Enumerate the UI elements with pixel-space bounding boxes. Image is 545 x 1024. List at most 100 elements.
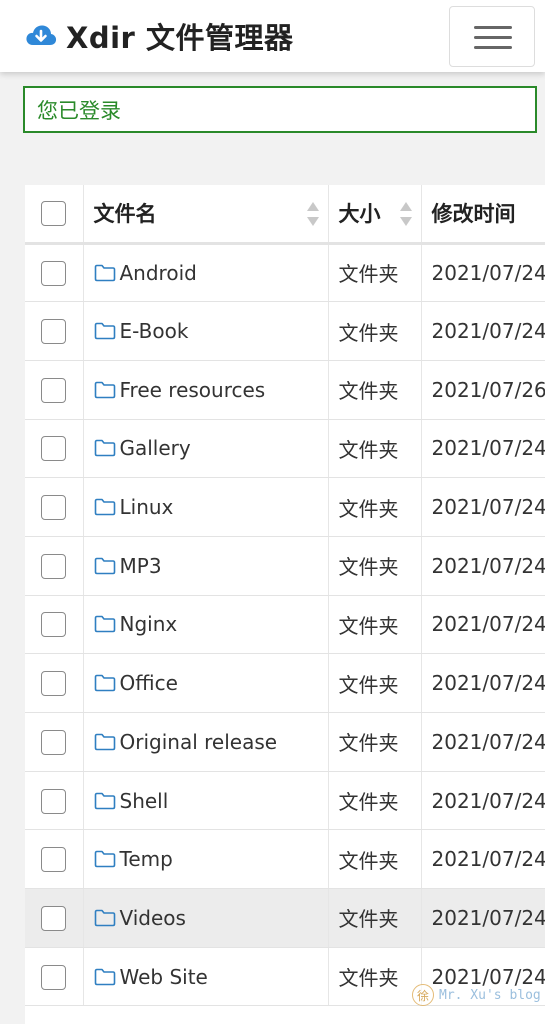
menu-toggle-button[interactable] xyxy=(449,6,535,67)
folder-icon xyxy=(94,733,115,751)
row-checkbox[interactable] xyxy=(41,905,67,931)
table-row[interactable]: Original release 文件夹 2021/07/24 xyxy=(25,712,545,772)
file-name-link[interactable]: Nginx xyxy=(120,612,178,636)
file-size-cell: 文件夹 xyxy=(328,829,422,890)
app-title: Xdir 文件管理器 xyxy=(66,21,294,55)
hamburger-menu-icon xyxy=(474,26,512,29)
file-name-cell[interactable]: Gallery xyxy=(83,419,329,479)
login-status-alert: 您已登录 xyxy=(23,86,537,133)
file-modified-cell: 2021/07/24 xyxy=(421,536,545,596)
file-name-link[interactable]: Original release xyxy=(120,730,278,754)
file-name-link[interactable]: E-Book xyxy=(120,319,189,343)
file-name-link[interactable]: MP3 xyxy=(120,554,162,578)
folder-icon xyxy=(94,440,115,457)
file-name-link[interactable]: Android xyxy=(120,261,197,285)
table-row[interactable]: E-Book 文件夹 2021/07/24 xyxy=(25,301,545,361)
row-select-cell xyxy=(25,947,84,1007)
file-size-cell: 文件夹 xyxy=(328,301,422,361)
table-row[interactable]: Android 文件夹 2021/07/24 xyxy=(25,243,545,303)
select-all-checkbox[interactable] xyxy=(41,201,67,226)
file-name-link[interactable]: Free resources xyxy=(120,378,266,402)
folder-icon xyxy=(94,909,115,927)
column-label: 文件名 xyxy=(93,202,157,227)
row-checkbox[interactable] xyxy=(41,671,67,697)
row-checkbox[interactable] xyxy=(41,495,67,521)
row-select-cell xyxy=(25,653,84,713)
row-select-cell xyxy=(25,771,84,831)
file-name-link[interactable]: Linux xyxy=(120,495,174,519)
table-row[interactable]: MP3 文件夹 2021/07/24 xyxy=(25,536,545,596)
table-row[interactable]: Shell 文件夹 2021/07/24 xyxy=(25,771,545,831)
table-row[interactable]: Office 文件夹 2021/07/24 xyxy=(25,653,545,713)
folder-icon xyxy=(94,498,115,516)
file-name-link[interactable]: Gallery xyxy=(120,436,191,460)
row-select-cell xyxy=(25,477,84,537)
row-checkbox[interactable] xyxy=(41,964,67,990)
column-header-name[interactable]: 文件名 xyxy=(83,185,329,245)
file-size-cell: 文件夹 xyxy=(328,771,422,831)
file-modified-cell: 2021/07/24 xyxy=(421,829,545,890)
file-name-cell[interactable]: Web Site xyxy=(83,947,329,1007)
table-row[interactable]: Free resources 文件夹 2021/07/26 xyxy=(25,360,545,420)
folder-icon xyxy=(94,322,115,340)
table-row[interactable]: Linux 文件夹 2021/07/24 xyxy=(25,477,545,537)
file-modified-cell: 2021/07/26 xyxy=(421,360,545,420)
table-row[interactable]: Nginx 文件夹 2021/07/24 xyxy=(25,595,545,655)
file-modified-cell: 2021/07/24 xyxy=(421,712,545,772)
row-checkbox[interactable] xyxy=(41,553,67,579)
row-select-cell xyxy=(25,536,84,596)
file-name-cell[interactable]: Temp xyxy=(83,829,329,890)
column-header-modified[interactable]: 修改时间 xyxy=(421,185,545,245)
alert-text: 您已登录 xyxy=(37,98,121,123)
file-name-link[interactable]: Office xyxy=(120,671,178,695)
file-name-cell[interactable]: MP3 xyxy=(83,536,329,596)
table-row[interactable]: Temp 文件夹 2021/07/24 xyxy=(25,829,545,890)
file-name-cell[interactable]: Shell xyxy=(83,771,329,831)
file-name-cell[interactable]: Nginx xyxy=(83,595,329,655)
file-name-link[interactable]: Videos xyxy=(120,906,186,930)
folder-icon xyxy=(94,381,115,399)
row-checkbox[interactable] xyxy=(41,847,67,873)
row-checkbox[interactable] xyxy=(41,788,67,814)
row-select-cell xyxy=(25,360,84,420)
file-name-cell[interactable]: Linux xyxy=(83,477,329,537)
file-table-container[interactable]: 文件名 大小 修改时间 Android 文件夹 2021/07/24 E-Book 文件… xyxy=(25,185,545,1024)
file-name-cell[interactable]: E-Book xyxy=(83,301,329,361)
folder-icon xyxy=(94,616,115,633)
hamburger-bar xyxy=(474,46,512,49)
file-size-cell: 文件夹 xyxy=(328,595,422,655)
file-name-cell[interactable]: Android xyxy=(83,243,329,303)
file-size-cell: 文件夹 xyxy=(328,888,422,948)
row-checkbox[interactable] xyxy=(41,729,67,755)
file-name-cell[interactable]: Original release xyxy=(83,712,329,772)
blog-watermark: 徐 Mr. Xu's blog xyxy=(412,984,541,1006)
row-checkbox[interactable] xyxy=(41,319,67,345)
folder-icon xyxy=(94,557,115,575)
row-checkbox[interactable] xyxy=(41,436,67,462)
row-checkbox[interactable] xyxy=(41,612,67,638)
row-checkbox[interactable] xyxy=(41,260,67,286)
row-select-cell xyxy=(25,301,84,361)
file-modified-cell: 2021/07/24 xyxy=(421,653,545,713)
watermark-text: Mr. Xu's blog xyxy=(439,987,541,1003)
file-name-cell[interactable]: Office xyxy=(83,653,329,713)
file-name-cell[interactable]: Free resources xyxy=(83,360,329,420)
file-name-link[interactable]: Web Site xyxy=(120,965,208,989)
folder-icon xyxy=(94,674,115,692)
table-row[interactable]: Gallery 文件夹 2021/07/24 xyxy=(25,419,545,479)
file-name-cell[interactable]: Videos xyxy=(83,888,329,948)
hamburger-bar xyxy=(474,36,512,39)
table-row[interactable]: Videos 文件夹 2021/07/24 xyxy=(25,888,545,948)
sort-icon xyxy=(399,202,412,226)
file-modified-cell: 2021/07/24 xyxy=(421,243,545,303)
row-checkbox[interactable] xyxy=(41,377,67,403)
file-name-link[interactable]: Shell xyxy=(120,789,169,813)
column-header-size[interactable]: 大小 xyxy=(328,185,422,245)
column-label: 修改时间 xyxy=(431,202,516,227)
file-name-link[interactable]: Temp xyxy=(120,847,173,871)
file-modified-cell: 2021/07/24 xyxy=(421,477,545,537)
brand[interactable]: Xdir 文件管理器 xyxy=(24,14,293,58)
select-all-cell xyxy=(25,185,84,245)
row-select-cell xyxy=(25,829,84,890)
folder-icon xyxy=(94,850,115,868)
